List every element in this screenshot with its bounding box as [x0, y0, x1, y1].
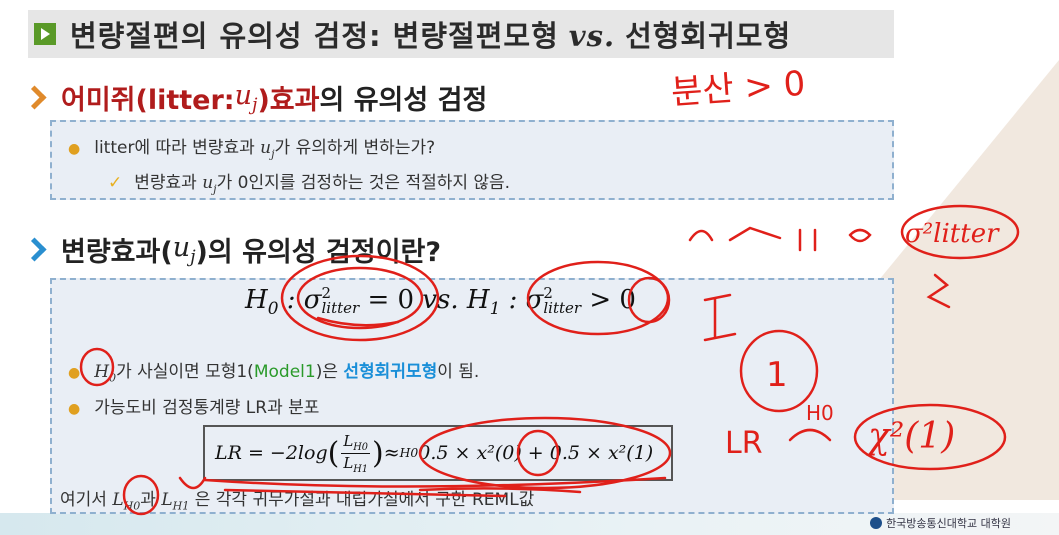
check-icon: ✓	[108, 173, 123, 193]
section1-check: ✓ 변량효과 uj가 0인지를 검정하는 것은 적절하지 않음.	[108, 173, 511, 196]
play-square-icon	[34, 23, 56, 45]
page-title: 변량절편의 유의성 검정: 변량절편모형 vs. 선형회귀모형	[70, 19, 792, 53]
section2-bullet-lr: ● 가능도비 검정통계량 LR과 분포	[68, 398, 320, 418]
reml-note: 여기서 LH0과 LH1 은 각각 귀무가설과 대립가설에서 구한 REML값	[60, 490, 535, 513]
hypothesis-equation: H0 : σ 2 litter = 0 vs. H1 : σ 2 litter > 0	[245, 284, 636, 319]
university-logo: 한국방송통신대학교 대학원	[870, 515, 1011, 531]
section1-bullet: ● litter에 따라 변량효과 uj가 유의하게 변하는가?	[68, 138, 436, 161]
section2-bullet-h0: ● H0가 사실이면 모형1(Model1)은 선형회귀모형이 됨.	[68, 362, 480, 385]
section2-heading: 변량효과(uj)의 유의성 검정이란?	[22, 230, 441, 269]
title-bar: 변량절편의 유의성 검정: 변량절편모형 vs. 선형회귀모형	[28, 10, 894, 58]
chevron-right-icon	[22, 85, 47, 110]
logo-icon	[870, 517, 883, 529]
lr-equation: LR = −2log ( LH0 LH1 ) ≈ H0 0.5 × x²(0) + …	[203, 425, 673, 481]
section1-heading: 어미쥐(litter: uj)효과 의 유의성 검정	[22, 78, 487, 117]
chevron-right-icon	[22, 237, 47, 262]
